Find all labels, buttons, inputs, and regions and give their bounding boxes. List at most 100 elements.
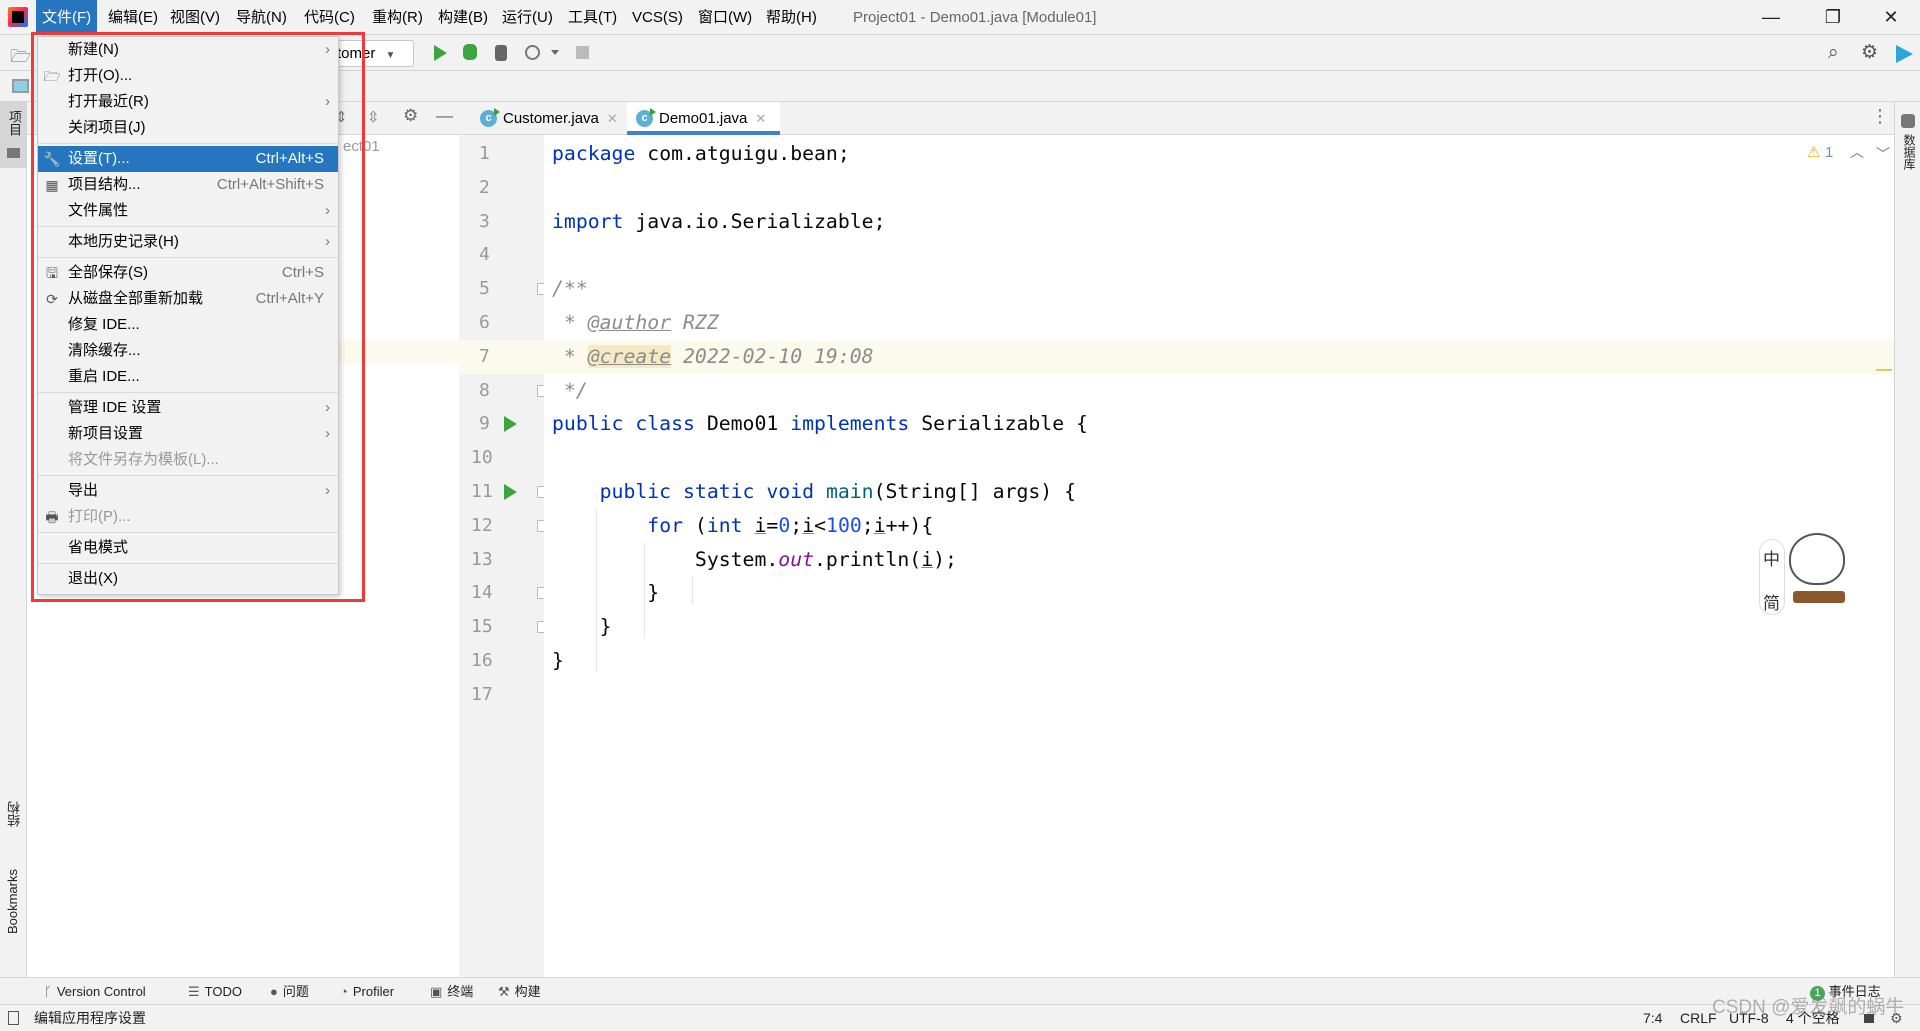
debug-icon[interactable]: [463, 44, 477, 60]
close-tab-icon[interactable]: ✕: [755, 111, 766, 126]
code-line: /**: [544, 272, 588, 306]
structure-tool-button[interactable]: 结构: [0, 797, 27, 857]
indent-guide: [692, 576, 693, 605]
run-icon[interactable]: [434, 45, 447, 61]
chevron-down-icon: ▼: [385, 50, 396, 61]
menu-1[interactable]: 编辑(E): [102, 0, 164, 35]
bookmarks-tool-label: Bookmarks: [5, 869, 20, 935]
code-token: ;: [861, 513, 874, 537]
tool-window-2[interactable]: ● 问题: [270, 978, 309, 1005]
run-gutter-icon[interactable]: [504, 484, 517, 500]
profile-dropdown-icon[interactable]: [551, 50, 559, 55]
tool-window-4[interactable]: ▣ 终端: [430, 978, 473, 1005]
code-token: ++){: [885, 513, 934, 537]
code-line: * @create 2022-02-10 19:08: [544, 340, 874, 374]
toggle-tool-windows-icon[interactable]: [8, 1011, 19, 1025]
line-number: 9: [479, 413, 490, 435]
ime-widget[interactable]: 中 简: [1759, 525, 1859, 625]
terminal-icon: ▣: [430, 984, 443, 999]
code-line: import java.io.Serializable;: [544, 205, 885, 239]
minimize-button[interactable]: —: [1748, 0, 1794, 35]
menu-bar: Project01 - Demo01.java [Module01] — ❐ ✕…: [0, 0, 1920, 35]
stop-icon[interactable]: [576, 46, 589, 59]
tool-window-bar: 1 事件日志 ᚴ Version Control ☰ TODO ● 问题 ◔ Profiler…: [0, 977, 1920, 1004]
ime-variant: 简: [1763, 594, 1780, 613]
warning-icon[interactable]: ⚠: [1807, 143, 1820, 161]
line-number: 2: [479, 176, 490, 198]
run-gutter-icon[interactable]: [504, 416, 517, 433]
editor-gutter: 1 2 3 4 5 6 7 8 9 10 11 12 13 14 15 16 17: [459, 135, 549, 977]
code-token: Serializable {: [909, 412, 1088, 436]
code-token: <: [814, 513, 827, 537]
code-token: /**: [552, 277, 588, 301]
code-line: }: [544, 610, 612, 644]
menu-10[interactable]: 窗口(W): [692, 0, 758, 35]
code-token: i: [754, 513, 767, 537]
line-number: 13: [471, 548, 493, 570]
code-token: 0: [778, 513, 791, 537]
tab-label: Customer.java: [503, 110, 599, 127]
close-window-button[interactable]: ✕: [1868, 0, 1914, 35]
database-tool-button[interactable]: 数据库: [1895, 110, 1920, 180]
java-class-icon: c: [636, 108, 656, 127]
tool-window-3[interactable]: ◔ Profiler: [340, 978, 394, 1005]
profile-icon[interactable]: [525, 45, 540, 60]
tab-customer-java[interactable]: c Customer.java ✕: [471, 102, 624, 135]
tool-window-label: Profiler: [352, 984, 395, 999]
coverage-icon[interactable]: [495, 45, 507, 61]
code-token: }: [552, 649, 564, 672]
code-token: =: [766, 513, 779, 537]
code-token: System.: [552, 547, 779, 571]
menu-4[interactable]: 代码(C): [298, 0, 361, 35]
code-token: main: [825, 480, 874, 503]
menu-5[interactable]: 重构(R): [366, 0, 429, 35]
caret-position[interactable]: 7:4: [1643, 1005, 1662, 1031]
menu-6[interactable]: 构建(B): [432, 0, 494, 35]
intellij-logo-icon: [8, 7, 28, 27]
project-view-icon[interactable]: [12, 79, 29, 93]
tool-window-0[interactable]: ᚴ Version Control: [44, 978, 146, 1005]
folder-icon: [7, 148, 20, 158]
line-number: 6: [479, 312, 490, 333]
menu-7[interactable]: 运行(U): [496, 0, 559, 35]
warning-count: 1: [1825, 144, 1834, 161]
menu-11[interactable]: 帮助(H): [760, 0, 823, 35]
database-tool-label: 数据库: [1902, 134, 1916, 170]
line-number: 1: [479, 143, 490, 164]
close-tab-icon[interactable]: ✕: [607, 111, 618, 126]
more-tabs-icon[interactable]: ⋮: [1871, 106, 1889, 127]
open-folder-icon[interactable]: 🗁: [10, 44, 31, 73]
project-tool-button[interactable]: 项目: [0, 102, 27, 168]
tab-demo01-java[interactable]: c Demo01.java ✕: [627, 102, 780, 135]
tool-window-5[interactable]: ⚒ 构建: [498, 978, 541, 1005]
code-token: public static void: [599, 480, 815, 503]
code-editor[interactable]: ⚠ 1 ︿ ﹀ 中 简 package com.atguigu.bean; imp…: [544, 135, 1914, 977]
code-line: package com.atguigu.bean;: [544, 137, 850, 171]
previous-highlight-icon[interactable]: ︿: [1850, 142, 1864, 162]
next-highlight-icon[interactable]: ﹀: [1876, 144, 1890, 164]
gear-icon[interactable]: ⚙: [403, 106, 418, 126]
line-number: 16: [471, 650, 493, 671]
collapse-all-icon[interactable]: ⇳: [367, 108, 380, 126]
menu-0[interactable]: 文件(F): [36, 0, 98, 35]
search-icon[interactable]: ⌕: [1828, 42, 1839, 64]
gear-icon[interactable]: ⚙: [1861, 41, 1878, 64]
menu-8[interactable]: 工具(T): [562, 0, 623, 35]
menu-9[interactable]: VCS(S): [626, 0, 689, 35]
tool-window-1[interactable]: ☰ TODO: [188, 978, 242, 1005]
tool-window-label: Version Control: [56, 984, 146, 999]
menu-3[interactable]: 导航(N): [230, 0, 293, 35]
code-with-me-icon[interactable]: [1896, 45, 1913, 63]
ime-mode: 中: [1763, 550, 1780, 569]
list-icon: ☰: [188, 984, 200, 999]
line-number: 4: [479, 244, 490, 266]
tool-window-label: 终端: [447, 984, 474, 999]
hide-panel-icon[interactable]: —: [436, 106, 453, 126]
menu-2[interactable]: 视图(V): [164, 0, 226, 35]
code-token: com.atguigu.bean;: [635, 142, 850, 165]
restore-button[interactable]: ❐: [1810, 0, 1856, 35]
line-number: 14: [471, 582, 493, 604]
bookmarks-tool-button[interactable]: Bookmarks: [0, 867, 27, 972]
code-line: public static void main(String[] args) {: [544, 475, 1076, 509]
